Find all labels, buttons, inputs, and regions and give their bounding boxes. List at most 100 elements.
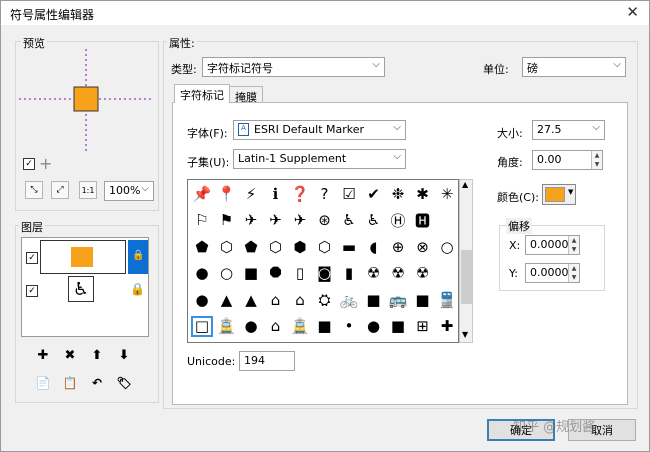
glyph-cell[interactable]: ⛭ xyxy=(313,288,337,311)
glyph-cell[interactable]: ■ xyxy=(386,315,410,338)
scroll-thumb[interactable] xyxy=(461,250,472,304)
scroll-down-icon[interactable]: ▼ xyxy=(462,330,468,339)
glyph-cell[interactable]: ◙ xyxy=(313,262,337,285)
move-down-button[interactable]: ⬇ xyxy=(115,346,133,364)
layer-1-row[interactable] xyxy=(40,240,126,274)
glyph-cell[interactable]: ♿ xyxy=(337,209,361,232)
tab-mask[interactable]: 掩膜 xyxy=(229,86,263,104)
glyph-cell[interactable]: ⊞ xyxy=(411,315,435,338)
tab-character-marker[interactable]: 字符标记 xyxy=(174,84,230,103)
glyph-grid-scrollbar[interactable]: ▲ ▼ xyxy=(459,179,473,343)
glyph-cell[interactable]: ☢ xyxy=(411,262,435,285)
close-icon[interactable]: ✕ xyxy=(626,3,639,21)
zoom-in-button[interactable]: ⤡ xyxy=(25,181,43,199)
glyph-cell[interactable]: ✈ xyxy=(288,209,312,232)
zoom-select[interactable]: 100% ⌵ xyxy=(104,181,154,201)
layer-1-checkbox[interactable]: ✓ xyxy=(26,252,38,264)
glyph-cell[interactable]: Ⓗ xyxy=(386,209,410,232)
glyph-cell[interactable]: ▲ xyxy=(239,288,263,311)
glyph-cell[interactable]: ● xyxy=(239,315,263,338)
glyph-cell[interactable]: ● xyxy=(362,315,386,338)
zoom-out-button[interactable]: ⤢ xyxy=(51,181,69,199)
glyph-cell[interactable]: ⌂ xyxy=(264,315,288,338)
glyph-cell[interactable]: ⚐ xyxy=(190,209,214,232)
spin-updown-icon[interactable]: ▲ ▼ xyxy=(568,264,579,282)
actual-size-button[interactable]: 1:1 xyxy=(79,181,97,199)
unicode-field[interactable]: 194 xyxy=(239,351,295,371)
glyph-cell[interactable]: ⬡ xyxy=(215,235,239,258)
glyph-cell[interactable]: ❓ xyxy=(288,182,312,205)
wheelchair-icon[interactable]: ♿ xyxy=(68,276,94,302)
glyph-cell[interactable]: 🚊 xyxy=(288,315,312,338)
glyph-cell[interactable]: ○ xyxy=(435,235,458,258)
glyph-cell[interactable]: ⊗ xyxy=(411,235,435,258)
glyph-cell[interactable]: 🚆 xyxy=(435,288,458,311)
glyph-cell[interactable]: ✱ xyxy=(411,182,435,205)
glyph-cell[interactable]: ☢ xyxy=(386,262,410,285)
glyph-cell[interactable]: ℹ xyxy=(264,182,288,205)
glyph-cell[interactable]: ☢ xyxy=(362,262,386,285)
glyph-cell[interactable]: ■ xyxy=(313,315,337,338)
glyph-cell[interactable]: ? xyxy=(313,182,337,205)
color-picker-button[interactable]: ▼ xyxy=(542,184,576,205)
glyph-cell[interactable]: ✔ xyxy=(362,182,386,205)
glyph-cell[interactable]: ⊛ xyxy=(313,209,337,232)
remove-layer-button[interactable]: ✖ xyxy=(61,346,79,364)
spin-updown-icon[interactable]: ▲ ▼ xyxy=(591,151,602,169)
glyph-cell[interactable]: ⚡ xyxy=(239,182,263,205)
unit-select[interactable]: 磅 ⌵ xyxy=(522,57,626,77)
glyph-cell[interactable]: ⬟ xyxy=(190,235,214,258)
glyph-cell[interactable]: 📌 xyxy=(190,182,214,205)
paste-layer-button[interactable]: 📋 xyxy=(61,374,79,392)
size-select[interactable]: 27.5 ⌵ xyxy=(532,120,605,140)
glyph-cell[interactable]: ■ xyxy=(411,288,435,311)
glyph-cell[interactable]: ✈ xyxy=(264,209,288,232)
glyph-cell[interactable]: ❉ xyxy=(386,182,410,205)
glyph-cell[interactable]: 🚲 xyxy=(337,288,361,311)
glyph-cell[interactable]: □ xyxy=(190,315,214,338)
undo-button[interactable]: ↶ xyxy=(88,374,106,392)
glyph-cell[interactable]: 🚊 xyxy=(215,315,239,338)
glyph-cell[interactable]: ⊕ xyxy=(386,235,410,258)
preview-center-checkbox[interactable]: ✓ xyxy=(23,158,35,170)
glyph-cell[interactable]: 🅷 xyxy=(411,209,435,232)
glyph-cell[interactable]: ▯ xyxy=(288,262,312,285)
layer-2-lock-icon[interactable]: 🔒 xyxy=(130,282,145,296)
offset-x-spinner[interactable]: 0.0000 ▲ ▼ xyxy=(525,235,580,255)
layer-2-checkbox[interactable]: ✓ xyxy=(26,285,38,297)
layer-1-lock-button[interactable]: 🔒 xyxy=(128,240,148,274)
tag-button[interactable]: 🏷 xyxy=(115,374,133,392)
glyph-cell[interactable]: ☑ xyxy=(337,182,361,205)
glyph-cell[interactable]: ● xyxy=(190,288,214,311)
type-select[interactable]: 字符标记符号 ⌵ xyxy=(202,57,385,77)
glyph-cell[interactable]: ⚑ xyxy=(215,209,239,232)
glyph-cell[interactable]: ▲ xyxy=(215,288,239,311)
glyph-cell[interactable]: ○ xyxy=(215,262,239,285)
offset-y-spinner[interactable]: 0.0000 ▲ ▼ xyxy=(525,263,580,283)
font-select[interactable]: A ESRI Default Marker ⌵ xyxy=(233,120,406,140)
glyph-cell[interactable]: ● xyxy=(190,262,214,285)
spin-updown-icon[interactable]: ▲ ▼ xyxy=(568,236,579,254)
glyph-cell[interactable]: • xyxy=(337,315,361,338)
glyph-cell[interactable]: ✈ xyxy=(239,209,263,232)
glyph-cell[interactable]: ■ xyxy=(362,288,386,311)
subset-select[interactable]: Latin-1 Supplement ⌵ xyxy=(233,149,406,169)
glyph-cell[interactable]: ▬ xyxy=(337,235,361,258)
glyph-cell[interactable]: ⌂ xyxy=(288,288,312,311)
glyph-cell[interactable]: ⌂ xyxy=(264,288,288,311)
glyph-cell[interactable]: ⬡ xyxy=(313,235,337,258)
glyph-cell[interactable]: ♿ xyxy=(362,209,386,232)
angle-spinner[interactable]: 0.00 ▲ ▼ xyxy=(532,150,603,170)
glyph-cell[interactable]: 📍 xyxy=(215,182,239,205)
move-up-button[interactable]: ⬆ xyxy=(88,346,106,364)
glyph-cell[interactable]: ■ xyxy=(239,262,263,285)
glyph-cell[interactable]: ⬟ xyxy=(239,235,263,258)
glyph-cell[interactable]: ⯃ xyxy=(264,262,288,285)
copy-layer-button[interactable]: 📄 xyxy=(34,374,52,392)
glyph-cell[interactable]: ✚ xyxy=(435,315,458,338)
glyph-cell[interactable]: 🚌 xyxy=(386,288,410,311)
glyph-cell[interactable]: ◖ xyxy=(362,235,386,258)
glyph-cell[interactable]: ▮ xyxy=(337,262,361,285)
add-layer-button[interactable]: ✚ xyxy=(34,346,52,364)
scroll-up-icon[interactable]: ▲ xyxy=(462,180,468,189)
